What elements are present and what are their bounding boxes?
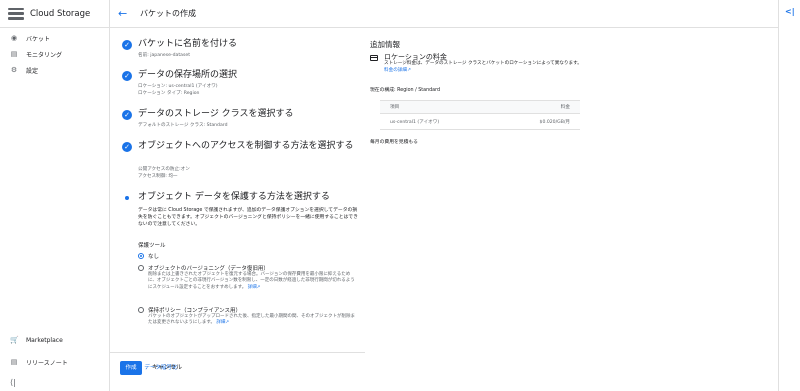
active-step-dot-icon xyxy=(125,196,129,200)
back-arrow-icon[interactable]: ← xyxy=(118,7,132,20)
nav-item-label: リリースノート xyxy=(26,359,68,367)
radio-label-retention: 保持ポリシー（コンプライアンス用） xyxy=(148,308,242,314)
versioning-learn-more-link[interactable]: 詳細 xyxy=(248,285,257,290)
app: Cloud Storage ◉ バケット ▤ モニタリング ⚙ 設定 🛒 Mar… xyxy=(0,0,800,391)
product-title: Cloud Storage xyxy=(30,8,91,19)
collapse-nav-button[interactable]: ⟨| xyxy=(0,373,110,391)
nav-item-monitoring[interactable]: ▤ モニタリング xyxy=(0,46,109,62)
table-row: us-central1 (アイオワ) $0.020/GB/月 xyxy=(380,114,580,130)
pricing-description-text: ストレージ料金は、データのストレージ クラスとバケットのロケーションによって異な… xyxy=(384,61,582,66)
table-header: 項目 料金 xyxy=(380,101,580,114)
bucket-icon: ◉ xyxy=(10,34,18,42)
nav-item-label: Marketplace xyxy=(26,336,63,344)
step-access-control[interactable]: ✓ オブジェクトへのアクセスを制御する方法を選択する 公開アクセスの防止:オン … xyxy=(122,140,362,188)
step-title: データの保存場所の選択 xyxy=(138,70,238,80)
collapse-icon: ⟨| xyxy=(10,377,16,387)
radio-label-none: なし xyxy=(148,254,160,260)
storage-icon xyxy=(8,7,24,20)
check-circle-icon: ✓ xyxy=(122,142,132,152)
cancel-button[interactable]: キャンセル xyxy=(152,361,182,375)
info-heading: 追加情報 xyxy=(370,40,400,49)
nav-item-label: バケット xyxy=(26,35,51,43)
create-button[interactable]: 作成 xyxy=(120,361,142,375)
pricing-table: 項目 料金 us-central1 (アイオワ) $0.020/GB/月 xyxy=(380,100,580,130)
pricing-icon xyxy=(370,55,378,61)
nav-item-label: モニタリング xyxy=(26,51,63,59)
radio-label-versioning: オブジェクトのバージョニング（データ復旧用） xyxy=(148,266,269,272)
versioning-description: 削除または上書きされたオブジェクトを復元する場合。バージョンの保存費用を最小限に… xyxy=(148,272,358,291)
nav-item-label: 設定 xyxy=(26,67,39,75)
step-summary: アクセス制御: 均一 xyxy=(138,173,178,179)
divider xyxy=(110,352,365,353)
check-circle-icon: ✓ xyxy=(122,71,132,81)
product-header[interactable]: Cloud Storage xyxy=(0,0,109,28)
column-header: 項目 xyxy=(390,105,400,110)
check-circle-icon: ✓ xyxy=(122,110,132,120)
gear-icon: ⚙ xyxy=(10,66,18,74)
step-description: データは常に Cloud Storage で保護されますが、追加のデータ保護オプ… xyxy=(138,208,358,227)
nav-item-settings[interactable]: ⚙ 設定 xyxy=(0,62,109,78)
nav-item-buckets[interactable]: ◉ バケット xyxy=(0,30,109,46)
pricing-details-link[interactable]: 料金の詳細 xyxy=(384,68,407,73)
step-title: オブジェクト データを保護する方法を選択する xyxy=(138,192,330,202)
expand-panel-icon[interactable]: <| xyxy=(785,7,795,16)
page-title: バケットの作成 xyxy=(140,9,196,18)
nav-item-release-notes[interactable]: ▤ リリースノート xyxy=(0,351,110,373)
external-link-icon: ↗ xyxy=(406,67,411,73)
retention-description-text: バケットのオブジェクトがアップロードされた後、指定した最小期間の間、そのオブジェ… xyxy=(148,314,355,326)
right-rail: <| xyxy=(778,0,800,391)
step-location[interactable]: ✓ データの保存場所の選択 ロケーション: us-central1 (アイオワ)… xyxy=(122,69,362,105)
column-header: 料金 xyxy=(560,105,570,110)
protection-tools-label: 保護ツール xyxy=(138,243,166,249)
external-link-icon: ↗ xyxy=(256,284,261,290)
step-title: オブジェクトへのアクセスを制御する方法を選択する xyxy=(138,141,354,151)
radio-retention[interactable] xyxy=(138,307,144,313)
retention-description: バケットのオブジェクトがアップロードされた後、指定した最小期間の間、そのオブジェ… xyxy=(148,314,358,327)
pricing-description: ストレージ料金は、データのストレージ クラスとバケットのロケーションによって異な… xyxy=(384,61,584,74)
step-summary: デフォルトのストレージ クラス: Standard xyxy=(138,123,228,128)
left-nav: Cloud Storage ◉ バケット ▤ モニタリング ⚙ 設定 🛒 Mar… xyxy=(0,0,110,391)
external-link-icon: ↗ xyxy=(225,320,230,326)
chart-icon: ▤ xyxy=(10,50,18,58)
radio-none[interactable] xyxy=(138,253,144,259)
estimate-monthly-cost-link[interactable]: 毎月の費用を見積もる xyxy=(370,138,418,145)
radio-versioning[interactable] xyxy=(138,265,144,271)
page-header: ← バケットの作成 xyxy=(110,0,778,28)
step-data-protection: オブジェクト データを保護する方法を選択する データは常に Cloud Stor… xyxy=(122,191,362,371)
step-title: バケットに名前を付ける xyxy=(138,39,238,49)
table-cell: us-central1 (アイオワ) xyxy=(390,119,440,125)
nav-item-marketplace[interactable]: 🛒 Marketplace xyxy=(0,329,110,351)
step-title: データのストレージ クラスを選択する xyxy=(138,109,294,119)
step-storage-class[interactable]: ✓ データのストレージ クラスを選択する デフォルトのストレージ クラス: St… xyxy=(122,108,362,138)
current-config: 現在の構成: Region / Standard xyxy=(370,88,441,93)
table-cell: $0.020/GB/月 xyxy=(539,119,570,125)
notes-icon: ▤ xyxy=(10,358,18,366)
step-summary: 名前: japanese-dataset xyxy=(138,53,191,58)
step-summary: ロケーション タイプ: Region xyxy=(138,90,200,96)
cart-icon: 🛒 xyxy=(10,336,19,344)
check-circle-icon: ✓ xyxy=(122,40,132,50)
step-name-bucket[interactable]: ✓ バケットに名前を付ける 名前: japanese-dataset xyxy=(122,38,362,68)
